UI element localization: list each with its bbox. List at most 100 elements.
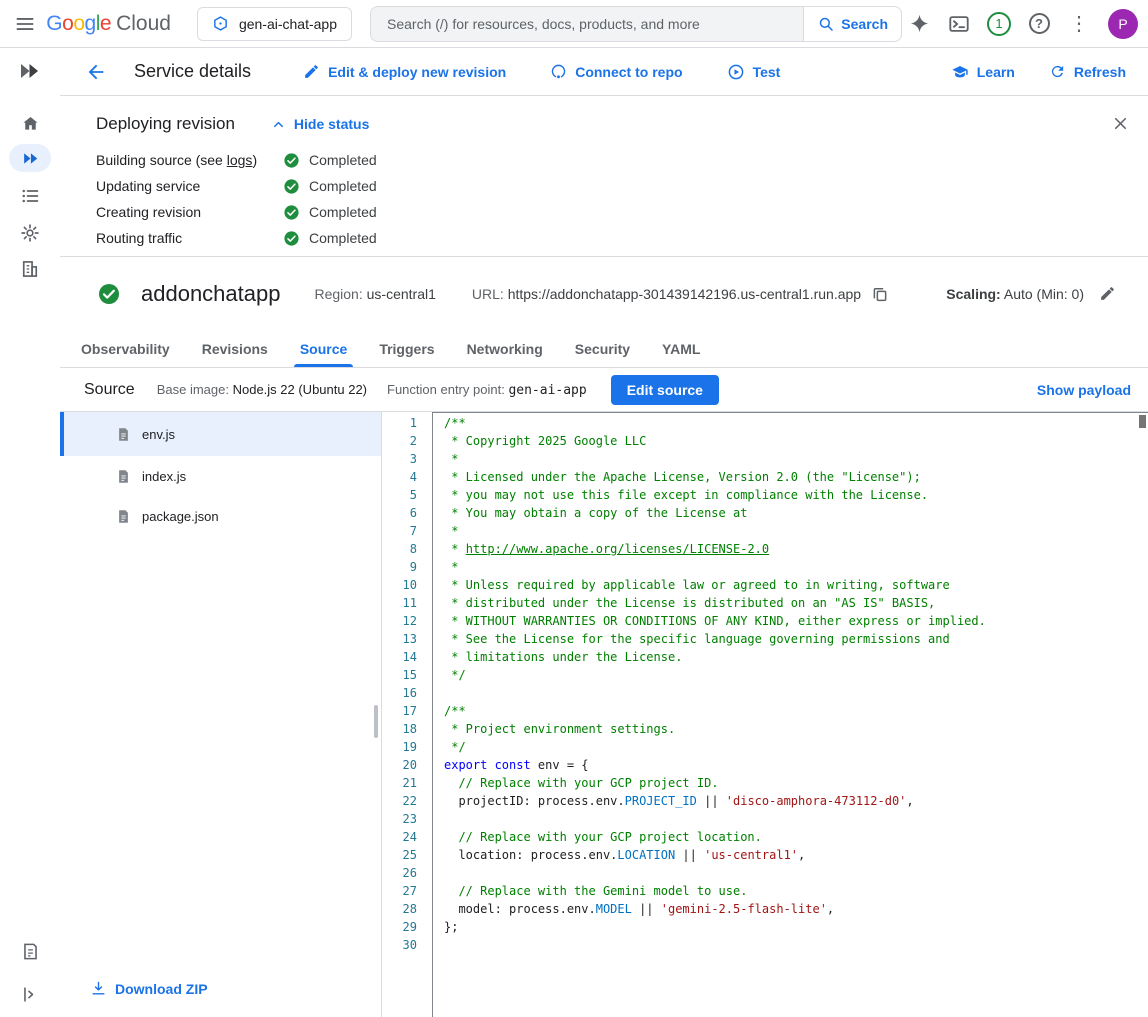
gcp-console-screen: Google Cloud gen-ai-chat-app Search 1 [0,0,1148,1017]
service-url: URL: https://addonchatapp-301439142196.u… [472,286,861,302]
edit-source-button[interactable]: Edit source [611,375,719,405]
entry-point-value: gen-ai-app [508,383,586,398]
scaling-value: Auto (Min: 0) [1004,286,1084,302]
code-line: * You may obtain a copy of the License a… [433,504,1148,522]
edit-pencil-icon [1099,285,1116,302]
close-panel-button[interactable] [1101,104,1139,142]
tab-revisions[interactable]: Revisions [186,330,284,367]
release-notes-icon [21,942,40,961]
code-line: * Copyright 2025 Google LLC [433,432,1148,450]
refresh-button[interactable]: Refresh [1041,57,1134,87]
check-circle-icon [283,204,300,221]
code-line: * limitations under the License. [433,648,1148,666]
building-icon [20,259,40,279]
overflow-menu-button[interactable]: ⋮ [1062,7,1096,41]
show-payload-button[interactable]: Show payload [1029,376,1131,404]
tab-observability[interactable]: Observability [65,330,186,367]
edit-scaling-button[interactable] [1092,279,1122,309]
rail-release-notes-button[interactable] [12,937,48,965]
source-toolbar: Source Base image: Node.js 22 (Ubuntu 22… [60,368,1148,412]
check-circle-icon [283,178,300,195]
code-editor[interactable]: 1234567891011121314151617181920212223242… [382,412,1148,1017]
appbar-right-actions: Learn Refresh [943,57,1134,87]
file-list-panel: env.jsindex.jspackage.json Download ZIP [60,412,382,1017]
line-number: 19 [382,738,432,756]
refresh-label: Refresh [1074,64,1126,80]
code-line: * Project environment settings. [433,720,1148,738]
notifications-button[interactable]: 1 [982,7,1016,41]
download-zip-button[interactable]: Download ZIP [82,974,216,1003]
status-value: Completed [309,152,377,168]
line-number: 7 [382,522,432,540]
line-number: 4 [382,468,432,486]
tab-networking[interactable]: Networking [451,330,559,367]
account-avatar[interactable]: P [1108,9,1138,39]
cloud-shell-button[interactable] [942,7,976,41]
help-button[interactable]: ? [1022,7,1056,41]
code-line: * Licensed under the Apache License, Ver… [433,468,1148,486]
worker-pools-gear-icon [20,223,40,243]
file-list-scrollbar[interactable] [374,705,378,738]
editor-scrollbar[interactable] [1139,415,1146,428]
line-number: 1 [382,414,432,432]
line-number: 15 [382,666,432,684]
rail-worker-pools-button[interactable] [12,219,48,247]
rail-home-button[interactable] [12,109,48,137]
code-line: * Unless required by applicable law or a… [433,576,1148,594]
play-circle-icon [727,63,745,81]
learn-icon [951,63,969,81]
edit-deploy-label: Edit & deploy new revision [328,64,506,80]
help-icon: ? [1029,13,1050,34]
side-panel-toggle-icon [21,985,40,1004]
code-line: // Replace with your GCP project ID. [433,774,1148,792]
copy-url-button[interactable] [865,279,895,309]
rail-side-panel-toggle-button[interactable] [12,980,48,1008]
status-label: Updating service [96,178,283,194]
region-label: Region: [314,286,362,302]
service-region: Region: us-central1 [314,286,435,302]
code-line: * WITHOUT WARRANTIES OR CONDITIONS OF AN… [433,612,1148,630]
file-item-env.js[interactable]: env.js [60,412,381,456]
code-line: location: process.env.LOCATION || 'us-ce… [433,846,1148,864]
back-button[interactable] [76,52,116,92]
file-icon [116,468,131,485]
status-label: Routing traffic [96,230,283,246]
test-button[interactable]: Test [719,57,789,87]
hide-status-button[interactable]: Hide status [265,112,375,136]
tab-yaml[interactable]: YAML [646,330,716,367]
download-icon [90,980,107,997]
service-scaling: Scaling: Auto (Min: 0) [946,286,1084,302]
line-number: 22 [382,792,432,810]
url-label: URL: [472,286,504,302]
rail-jobs-button[interactable] [12,182,48,210]
connect-repo-button[interactable]: Connect to repo [542,57,690,87]
tab-source[interactable]: Source [284,330,363,367]
project-name: gen-ai-chat-app [239,16,337,32]
line-number: 18 [382,720,432,738]
search-button[interactable]: Search [803,6,902,42]
file-item-index.js[interactable]: index.js [60,456,381,496]
logs-link[interactable]: logs [227,152,253,168]
learn-button[interactable]: Learn [943,57,1023,87]
google-cloud-logo: Google Cloud [46,12,171,36]
file-item-package.json[interactable]: package.json [60,496,381,536]
gemini-button[interactable] [902,7,936,41]
close-icon [1111,114,1130,133]
edit-deploy-button[interactable]: Edit & deploy new revision [295,57,514,87]
code-line [433,864,1148,882]
project-selector[interactable]: gen-ai-chat-app [197,7,352,41]
search-input[interactable] [370,6,803,42]
rail-organization-button[interactable] [12,255,48,283]
gemini-sparkle-icon [909,13,930,34]
status-label: Creating revision [96,204,283,220]
line-number: 12 [382,612,432,630]
tab-triggers[interactable]: Triggers [363,330,450,367]
rail-services-button[interactable] [9,144,51,172]
main-menu-button[interactable] [8,4,42,44]
code-line: * distributed under the License is distr… [433,594,1148,612]
service-appbar: Service details Edit & deploy new revisi… [60,48,1148,96]
main-content: Service details Edit & deploy new revisi… [60,48,1148,1017]
tab-security[interactable]: Security [559,330,646,367]
check-circle-icon [283,230,300,247]
line-number: 27 [382,882,432,900]
